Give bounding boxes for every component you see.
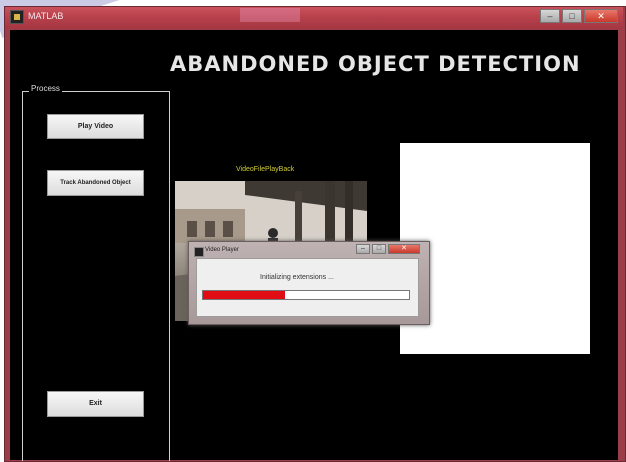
progress-bar xyxy=(202,290,410,300)
maximize-button[interactable]: □ xyxy=(562,9,582,23)
exit-button[interactable]: Exit xyxy=(47,391,144,417)
progress-bar-fill xyxy=(203,291,286,299)
dialog-close-button[interactable]: ✕ xyxy=(388,244,420,254)
window-titlebar[interactable] xyxy=(5,7,623,29)
minimize-button[interactable]: – xyxy=(540,9,560,23)
dialog-app-icon xyxy=(194,247,204,257)
dialog-title: Video Player xyxy=(205,247,239,253)
window-title: MATLAB xyxy=(28,11,64,21)
process-panel-title: Process xyxy=(29,84,62,93)
page-title: ABANDONED OBJECT DETECTION xyxy=(170,52,581,76)
track-abandoned-object-button[interactable]: Track Abandoned Object xyxy=(47,170,144,196)
dialog-body xyxy=(196,258,419,317)
video-label: VideoFilePlayBack xyxy=(236,166,295,173)
play-video-button[interactable]: Play Video xyxy=(47,114,144,139)
app-icon xyxy=(10,10,24,24)
titlebar-center-caption xyxy=(240,8,300,22)
dialog-message: Initializing extensions ... xyxy=(260,274,334,281)
dialog-maximize-button[interactable]: □ xyxy=(372,244,386,254)
close-button[interactable]: ✕ xyxy=(584,9,618,23)
dialog-minimize-button[interactable]: – xyxy=(356,244,370,254)
